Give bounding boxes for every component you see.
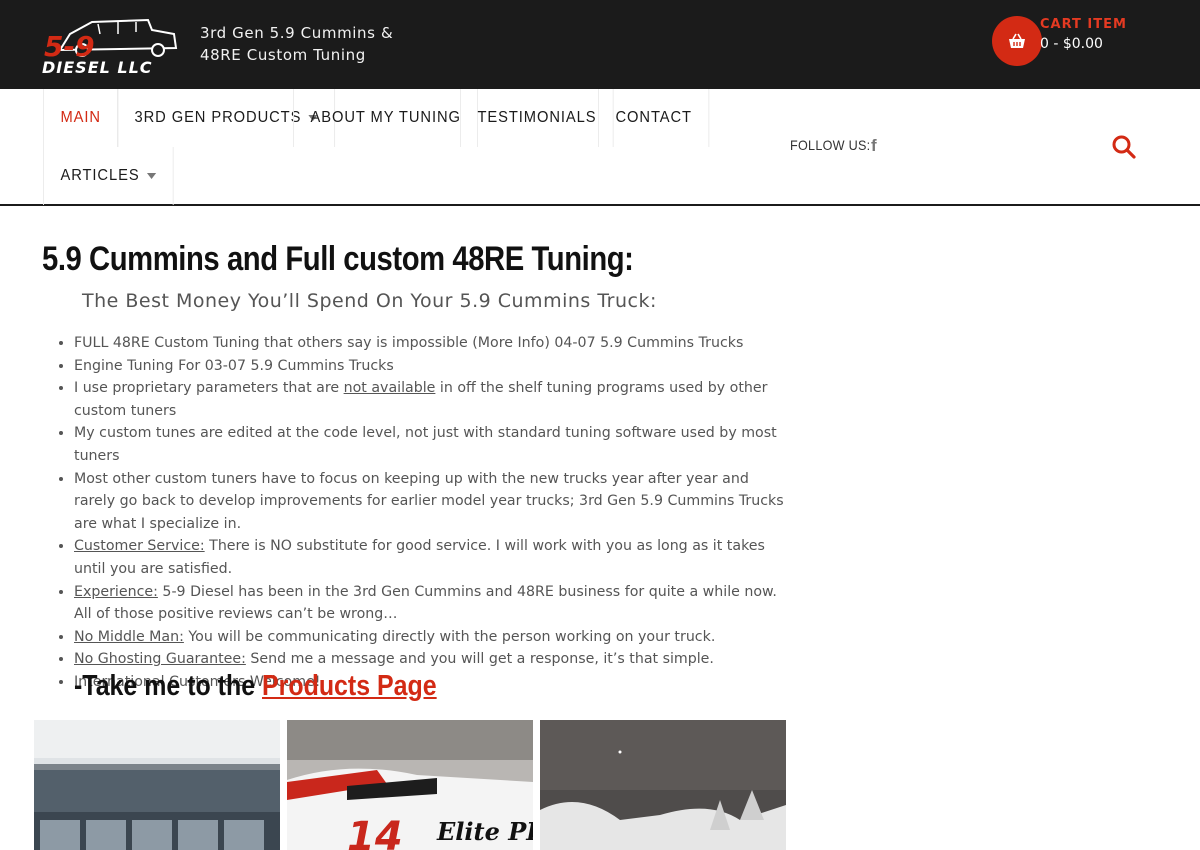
search-icon[interactable] [1111, 134, 1137, 160]
underlined-text: No Middle Man: [74, 628, 184, 645]
facebook-icon[interactable]: f [871, 136, 877, 156]
list-item: FULL 48RE Custom Tuning that others say … [74, 332, 786, 355]
list-item: Experience: 5-9 Diesel has been in the 3… [74, 581, 786, 626]
follow-us-label: FOLLOW US: [790, 137, 871, 153]
nav-item-label: ABOUT MY TUNING [310, 109, 461, 126]
list-item-text: You will be communicating directly with … [183, 628, 716, 645]
snow-night-photo[interactable] [540, 720, 786, 850]
nav-item-main[interactable]: MAIN [43, 89, 119, 147]
nav-item-label: CONTACT [615, 109, 692, 126]
list-item: Engine Tuning For 03-07 5.9 Cummins Truc… [74, 355, 786, 378]
list-item: No Middle Man: You will be communicating… [74, 626, 786, 649]
underlined-text: No Ghosting Guarantee: [74, 651, 246, 668]
list-item: I use proprietary parameters that are no… [74, 377, 786, 422]
race-car-photo[interactable]: Elite PETRO 14 [287, 720, 533, 850]
underlined-text: Customer Service: [74, 538, 205, 555]
main-nav: MAIN 3RD GEN PRODUCTS ABOUT MY TUNING TE… [0, 89, 1200, 206]
page-subtitle: The Best Money You’ll Spend On Your 5.9 … [82, 290, 657, 312]
list-item: Most other custom tuners have to focus o… [74, 468, 786, 536]
nav-item-label: TESTIMONIALS [477, 109, 597, 126]
nav-item-label: MAIN [60, 109, 101, 126]
svg-text:DIESEL LLC: DIESEL LLC [42, 58, 153, 76]
site-tagline: 3rd Gen 5.9 Cummins & 48RE Custom Tuning [200, 22, 420, 66]
list-item: No Ghosting Guarantee: Send me a message… [74, 648, 786, 671]
cta-prefix: -Take me to the [74, 670, 263, 702]
underlined-text: not available [343, 380, 436, 397]
list-item: My custom tunes are edited at the code l… [74, 422, 786, 467]
nav-item-about-my-tuning[interactable]: ABOUT MY TUNING [293, 89, 479, 147]
tagline-line-2: 48RE Custom Tuning [200, 46, 366, 64]
nav-item-contact[interactable]: CONTACT [598, 89, 710, 147]
list-item-text: 5-9 Diesel has been in the 3rd Gen Cummi… [74, 583, 777, 623]
products-page-link[interactable]: Products Page [262, 670, 437, 702]
products-cta: -Take me to the Products Page [74, 670, 437, 703]
nav-item-testimonials[interactable]: TESTIMONIALS [460, 89, 614, 147]
site-logo[interactable]: 5-9 DIESEL LLC [40, 12, 180, 77]
cart-total[interactable]: 0 - $0.00 [1040, 36, 1103, 52]
list-item: Customer Service: There is NO substitute… [74, 535, 786, 580]
chevron-down-icon [146, 173, 157, 179]
list-item-text: Engine Tuning For 03-07 5.9 Cummins Truc… [74, 357, 394, 374]
feature-list: FULL 48RE Custom Tuning that others say … [74, 332, 786, 694]
tagline-line-1: 3rd Gen 5.9 Cummins & [200, 24, 394, 42]
list-item-text: FULL 48RE Custom Tuning that others say … [74, 335, 744, 351]
list-item-text: I use proprietary parameters that are [74, 380, 344, 397]
underlined-text: Experience: [74, 583, 158, 600]
list-item-text: My custom tunes are edited at the code l… [74, 425, 777, 464]
page-title: 5.9 Cummins and Full custom 48RE Tuning: [42, 240, 634, 278]
list-item-text: Send me a message and you will get a res… [245, 651, 714, 668]
shop-photo[interactable] [34, 720, 280, 850]
nav-item-articles[interactable]: ARTICLES [43, 147, 174, 205]
nav-item-label: 3RD GEN PRODUCTS [134, 109, 302, 126]
cart-label[interactable]: CART ITEM [1040, 17, 1127, 32]
car-sponsor-text: Elite PETRO [436, 817, 533, 846]
list-item-text: Most other custom tuners have to focus o… [74, 470, 784, 532]
nav-item-label: ARTICLES [60, 167, 140, 184]
top-bar: 5-9 DIESEL LLC 3rd Gen 5.9 Cummins & 48R… [0, 0, 1200, 89]
cart-button[interactable] [992, 16, 1042, 66]
basket-icon [1009, 33, 1025, 48]
car-number: 14 [347, 814, 403, 850]
